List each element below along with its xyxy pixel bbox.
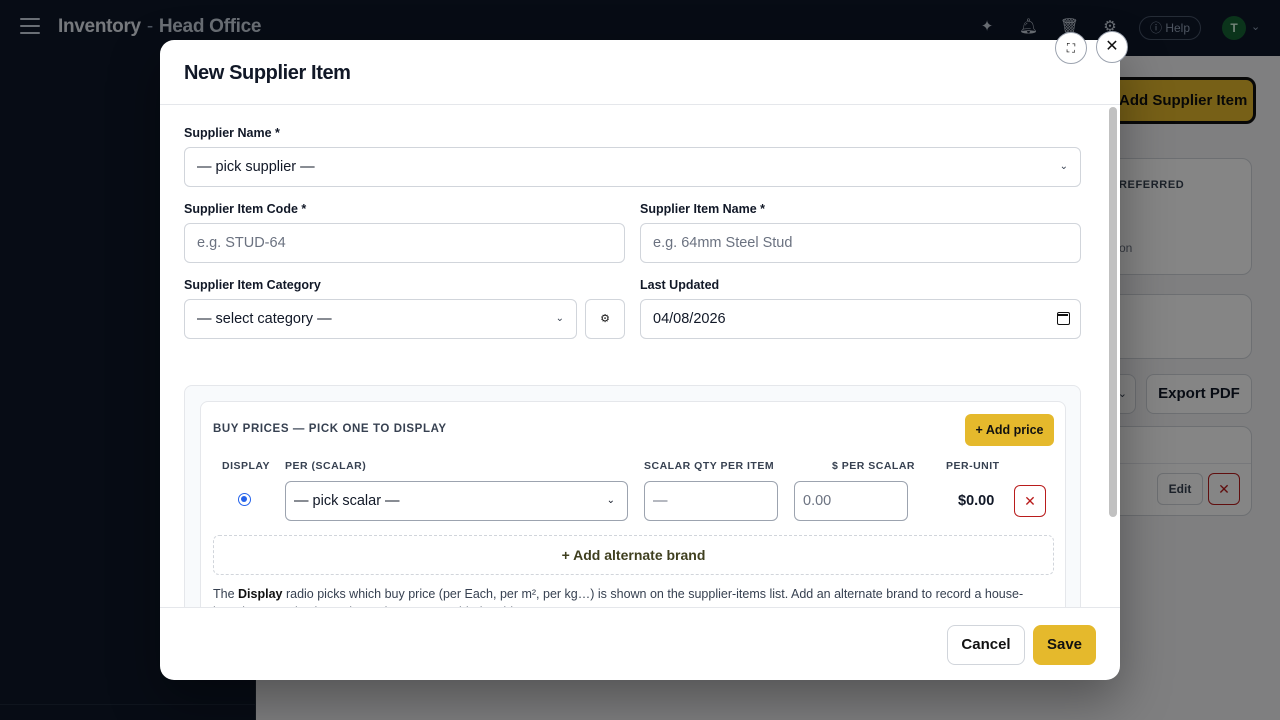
buy-prices-card: BUY PRICES — PICK ONE TO DISPLAY + Add p…	[200, 401, 1066, 607]
cancel-button[interactable]: Cancel	[947, 625, 1025, 665]
gear-icon: ⚙	[600, 313, 610, 325]
supplier-name-select[interactable]: — pick supplier — ⌄	[184, 147, 1081, 187]
chevron-down-icon: ⌄	[1059, 161, 1068, 172]
save-button[interactable]: Save	[1033, 625, 1096, 665]
supplier-item-category-select[interactable]: — select category — ⌄	[184, 299, 577, 339]
close-dialog-button[interactable]: ✕	[1096, 31, 1128, 63]
buy-prices-help-text: The Display radio picks which buy price …	[213, 585, 1053, 607]
per-scalar-select[interactable]: — pick scalar — ⌄	[285, 481, 628, 521]
column-header-per-unit: PER-UNIT	[946, 460, 1000, 472]
close-icon: ✕	[1105, 38, 1119, 55]
help-text-prefix: The	[213, 587, 239, 601]
column-header-dollar-per-scalar: $ PER SCALAR	[832, 460, 916, 472]
supplier-name-label: Supplier Name *	[184, 126, 280, 140]
help-text-bold: Display	[238, 587, 283, 601]
supplier-item-category-label: Supplier Item Category	[184, 278, 321, 292]
supplier-item-name-label: Supplier Item Name *	[640, 202, 766, 216]
calendar-icon[interactable]	[1057, 312, 1070, 325]
last-updated-value: 04/08/2026	[653, 311, 726, 327]
help-text-suffix: radio picks which buy price (per Each, p…	[213, 587, 1024, 607]
add-alternate-brand-button[interactable]: + Add alternate brand	[213, 535, 1054, 575]
add-price-button[interactable]: + Add price	[965, 414, 1054, 446]
category-settings-button[interactable]: ⚙	[585, 299, 625, 339]
expand-dialog-button[interactable]: ⛶	[1055, 32, 1087, 64]
dialog-body: Supplier Name * — pick supplier — ⌄ Supp…	[160, 105, 1120, 607]
scalar-qty-input[interactable]: —	[644, 481, 778, 521]
column-header-per-scalar: PER (SCALAR)	[285, 460, 367, 472]
close-icon: ✕	[1024, 493, 1036, 509]
supplier-item-code-label: Supplier Item Code *	[184, 202, 307, 216]
chevron-down-icon: ⌄	[555, 313, 564, 324]
last-updated-label: Last Updated	[640, 278, 720, 292]
category-value: — select category —	[197, 311, 332, 327]
scrollbar-thumb[interactable]	[1109, 107, 1117, 517]
dialog-footer: Cancel Save	[160, 607, 1120, 680]
supplier-item-code-input[interactable]: e.g. STUD-64	[184, 223, 625, 263]
dialog-header: New Supplier Item	[160, 40, 1120, 105]
last-updated-date-input[interactable]: 04/08/2026	[640, 299, 1081, 339]
column-header-display: DISPLAY	[222, 460, 271, 472]
buy-prices-section: BUY PRICES — PICK ONE TO DISPLAY + Add p…	[184, 385, 1081, 607]
column-header-scalar-qty: SCALAR QTY PER ITEM	[644, 460, 775, 472]
supplier-item-name-input[interactable]: e.g. 64mm Steel Stud	[640, 223, 1081, 263]
price-per-scalar-input[interactable]: 0.00	[794, 481, 908, 521]
scalar-value: — pick scalar —	[294, 493, 400, 509]
remove-price-button[interactable]: ✕	[1014, 485, 1046, 517]
new-supplier-item-dialog: New Supplier Item Supplier Name * — pick…	[160, 40, 1120, 680]
display-radio[interactable]	[238, 493, 251, 506]
dialog-title: New Supplier Item	[184, 62, 351, 84]
supplier-name-value: — pick supplier —	[197, 159, 315, 175]
per-unit-value: $0.00	[958, 493, 995, 509]
buy-prices-title: BUY PRICES — PICK ONE TO DISPLAY	[213, 423, 447, 435]
dialog-scrollbar[interactable]	[1106, 105, 1120, 567]
expand-icon: ⛶	[1066, 41, 1076, 55]
chevron-down-icon: ⌄	[606, 495, 615, 506]
